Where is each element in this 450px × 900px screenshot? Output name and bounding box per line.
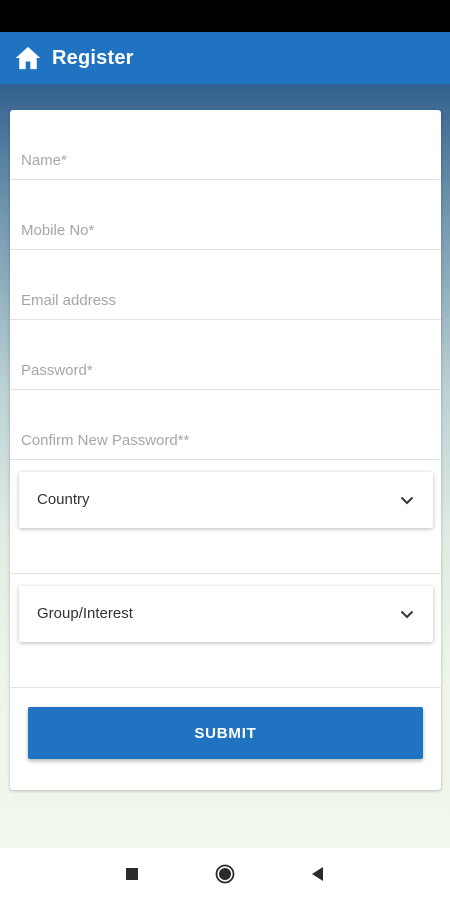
password-field-placeholder: Password*	[21, 362, 93, 379]
chevron-down-icon	[400, 610, 414, 619]
home-icon[interactable]	[14, 44, 42, 72]
country-select[interactable]: Country	[19, 472, 433, 528]
register-form: Name* Mobile No* Email address Password*…	[10, 110, 441, 790]
confirm-password-field-placeholder: Confirm New Password**	[21, 432, 190, 449]
country-select-label: Country	[37, 491, 90, 508]
email-field[interactable]: Email address	[10, 250, 441, 320]
app-bar: Register	[0, 32, 450, 84]
name-field[interactable]: Name*	[10, 110, 441, 180]
group-interest-select[interactable]: Group/Interest	[19, 586, 433, 642]
home-nav-icon[interactable]	[215, 864, 235, 884]
country-section: Country	[10, 460, 441, 574]
group-interest-section: Group/Interest	[10, 574, 441, 688]
system-nav-bar	[0, 848, 450, 900]
chevron-down-icon	[400, 496, 414, 505]
email-field-placeholder: Email address	[21, 292, 117, 309]
mobile-field[interactable]: Mobile No*	[10, 180, 441, 250]
password-field[interactable]: Password*	[10, 320, 441, 390]
recent-apps-icon[interactable]	[122, 864, 142, 884]
page-title: Register	[52, 46, 134, 69]
group-interest-select-label: Group/Interest	[37, 605, 133, 622]
status-bar	[0, 0, 450, 32]
submit-button[interactable]: SUBMIT	[28, 707, 423, 759]
mobile-field-placeholder: Mobile No*	[21, 222, 95, 239]
name-field-placeholder: Name*	[21, 152, 67, 169]
confirm-password-field[interactable]: Confirm New Password**	[10, 390, 441, 460]
back-icon[interactable]	[308, 864, 328, 884]
